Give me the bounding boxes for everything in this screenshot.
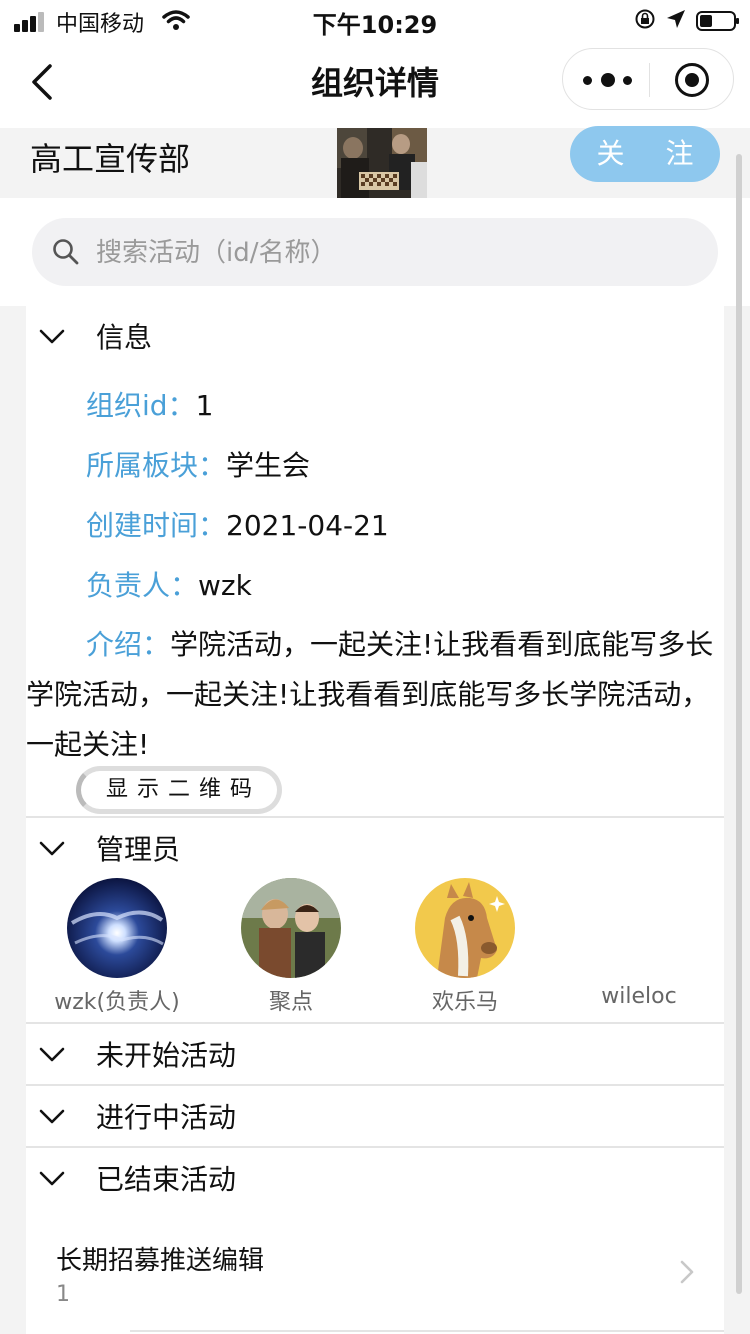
section-ongoing-title: 进行中活动 <box>96 1101 237 1134</box>
section-not-started-title: 未开始活动 <box>96 1039 237 1072</box>
board-label: 所属板块： <box>86 449 227 482</box>
orientation-lock-icon <box>634 8 656 34</box>
more-icon[interactable] <box>583 67 635 93</box>
show-qrcode-button[interactable]: 显示二维码 <box>76 766 282 814</box>
activity-count: 1 <box>56 1282 70 1307</box>
owner-label: 负责人： <box>86 569 199 602</box>
admin-name: wzk(负责人) <box>54 990 180 1015</box>
section-ended-header[interactable]: 已结束活动 <box>26 1148 724 1208</box>
created-label: 创建时间： <box>86 509 227 542</box>
capsule-divider <box>649 63 650 97</box>
follow-button[interactable]: 关 注 <box>570 126 720 182</box>
section-admins-header[interactable]: 管理员 <box>26 818 724 878</box>
activity-title: 长期招募推送编辑 <box>56 1246 265 1276</box>
avatar <box>241 878 341 978</box>
admin-item[interactable]: wileloc <box>552 878 726 1009</box>
org-id-value: 1 <box>195 389 214 422</box>
battery-icon <box>696 11 739 31</box>
section-not-started-header[interactable]: 未开始活动 <box>26 1024 724 1084</box>
search-area <box>0 198 750 306</box>
avatar <box>67 878 167 978</box>
intro-paragraph: 介绍：学院活动，一起关注!让我看看到底能写多长学院活动，一起关注!让我看看到底能… <box>26 620 716 770</box>
admin-item[interactable]: 欢乐马 <box>378 878 552 1016</box>
admin-name: 欢乐马 <box>431 990 498 1015</box>
avatar <box>415 878 515 978</box>
location-icon <box>666 9 686 33</box>
scrollbar[interactable] <box>736 154 742 1294</box>
org-id-label: 组织id： <box>86 389 196 422</box>
admin-name: wileloc <box>601 984 677 1009</box>
created-value: 2021-04-21 <box>226 509 389 542</box>
search-bar[interactable] <box>32 218 718 288</box>
content-card: 信息 组织id：1 所属板块：学生会 创建时间：2021-04-21 负责人：w… <box>26 306 724 1334</box>
org-header: 高工宣传部 关 注 <box>0 126 750 198</box>
chevron-down-icon <box>39 1171 65 1186</box>
chevron-right-icon <box>680 1260 694 1284</box>
status-bar: 中国移动 下午10:29 <box>0 0 750 40</box>
section-info-header[interactable]: 信息 <box>26 306 724 366</box>
section-ended-title: 已结束活动 <box>96 1163 237 1196</box>
org-photo <box>337 128 427 198</box>
chevron-left-icon <box>32 64 52 100</box>
search-icon <box>53 239 79 265</box>
board-row: 所属板块：学生会 <box>86 444 310 484</box>
chevron-down-icon <box>39 329 65 344</box>
search-input[interactable] <box>94 218 698 288</box>
board-value: 学生会 <box>226 449 311 482</box>
section-ongoing-header[interactable]: 进行中活动 <box>26 1086 724 1146</box>
owner-row: 负责人：wzk <box>86 564 252 604</box>
owner-value: wzk <box>198 569 252 602</box>
avatar <box>589 878 689 978</box>
chevron-down-icon <box>39 841 65 856</box>
chevron-down-icon <box>39 1047 65 1062</box>
created-row: 创建时间：2021-04-21 <box>86 504 389 544</box>
admin-item[interactable]: 聚点 <box>204 878 378 1016</box>
intro-label: 介绍： <box>86 628 171 661</box>
chevron-down-icon <box>39 1109 65 1124</box>
section-info-title: 信息 <box>96 321 153 354</box>
divider <box>130 1330 724 1332</box>
nav-bar: 组织详情 <box>0 40 750 128</box>
admin-name: 聚点 <box>268 990 313 1015</box>
org-name: 高工宣传部 <box>30 140 191 178</box>
mini-program-capsule <box>562 48 734 110</box>
back-button[interactable] <box>28 60 58 104</box>
org-id-row: 组织id：1 <box>86 384 213 424</box>
admin-item[interactable]: wzk(负责人) <box>30 878 204 1016</box>
close-target-icon[interactable] <box>675 63 709 97</box>
section-admins-title: 管理员 <box>96 833 181 866</box>
